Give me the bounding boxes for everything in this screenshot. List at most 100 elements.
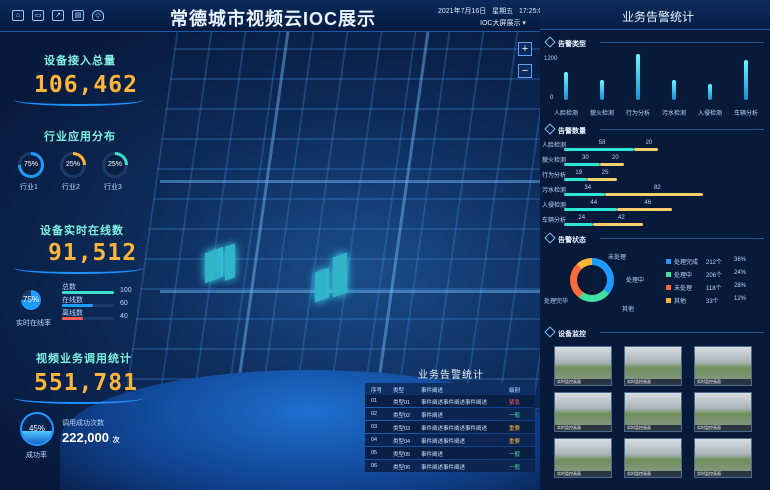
zoom-in-button[interactable]: + [518,42,532,56]
legend-percent: 24% [734,270,747,276]
table-header-row: 序号 类型 事件阐述 级别 [365,383,535,395]
online-row-bar [62,304,94,307]
donut-label: 其他 [622,307,635,313]
home-icon[interactable]: ⌂ [12,10,24,21]
highlighted-building[interactable] [225,243,235,281]
table-cell: 事件阐述事件阐述 [421,439,466,445]
table-cell: 一般 [509,413,521,419]
table-title: 业务告警统计 [418,370,484,381]
legend-count: 33个 [706,299,719,305]
camera-feed-tile[interactable]: 实时监控画面 [624,346,682,386]
type-category-label: 入侵检测 [698,111,723,117]
camera-caption: 实时监控画面 [695,379,751,385]
legend-count: 206个 [706,273,723,279]
camera-feed-tile[interactable]: 实时监控画面 [694,392,752,432]
count-row-label: 入侵检测 [542,203,567,209]
table-cell: 类型06 [393,465,411,471]
layers-icon[interactable]: ▤ [72,10,84,21]
table-row[interactable]: 04 类型04 事件阐述事件阐述 重要 [365,434,535,446]
divider-glow [14,398,144,404]
count-value-a: 19 [575,170,583,176]
table-header: 级别 [509,388,521,394]
count-bar-b [604,193,704,196]
weekday-text: 星期五 [492,8,514,15]
camera-caption: 实时监控画面 [695,425,751,431]
donut-label: 处理完毕 [544,299,569,305]
camera-feed-tile[interactable]: 实时监控画面 [694,438,752,478]
map-street-grid [123,30,597,410]
success-count-value: 222,000 次 [62,430,120,445]
online-row-bar [62,317,83,320]
count-bar-b [616,208,672,211]
divider-glow [14,268,144,274]
device-access-value: 106,462 [34,72,138,98]
device-monitor-title: 设备监控 [546,328,586,339]
alarm-status-donut [570,258,614,302]
datetime: 2021年7月16日 星期五 17:25:00 [438,6,546,16]
section-divider [600,238,764,239]
online-row-value: 100 [120,287,132,294]
table-cell: 事件阐述事件阐述事件阐述 [421,426,488,432]
online-value: 91,512 [48,240,138,266]
zoom-out-button[interactable]: − [518,64,532,78]
monitor-icon[interactable]: ▭ [32,10,44,21]
camera-feed-tile[interactable]: 实时监控画面 [694,346,752,386]
legend-count: 118个 [706,286,722,292]
camera-caption: 实时监控画面 [625,471,681,477]
count-value-b: 20 [612,155,619,161]
industry-ring: 75% [18,152,44,178]
type-category-label: 人脸检测 [554,111,579,117]
export-icon[interactable]: ↗ [52,10,64,21]
shield-icon[interactable]: ◇ [92,10,104,21]
donut-label: 处理中 [626,278,645,284]
count-bar-b [586,178,617,181]
industry-ring-value: 75% [21,155,41,175]
count-row-label: 污水检测 [542,188,567,194]
table-header: 序号 [371,388,383,394]
online-title: 设备实时在线数 [40,225,124,237]
table-cell: 05 [371,450,378,456]
camera-feed-tile[interactable]: 实时监控画面 [554,392,612,432]
screen-selector[interactable]: IOC大屏展示 ▾ [480,18,526,28]
industry-ring-value: 25% [63,155,83,175]
industry-label: 行业3 [104,184,122,191]
table-row[interactable]: 06 类型06 事件阐述事件阐述 一般 [365,460,535,472]
count-bar-a [564,208,617,211]
online-row-value: 40 [120,313,128,320]
highlighted-building[interactable] [333,252,347,298]
table-cell: 一般 [509,452,521,458]
table-cell: 04 [371,437,378,443]
table-row[interactable]: 03 类型03 事件阐述事件阐述事件阐述 重要 [365,421,535,433]
map-road [160,180,560,183]
industry-label: 行业2 [62,184,80,191]
camera-caption: 实时监控画面 [625,379,681,385]
right-panel-header: 业务告警统计 [540,0,770,30]
type-bar [744,60,748,100]
table-row[interactable]: 01 类型01 事件阐述事件阐述事件阐述 紧急 [365,395,535,407]
camera-feed-tile[interactable]: 实时监控画面 [554,346,612,386]
industry-ring-value: 25% [105,155,125,175]
table-cell: 紧急 [509,400,521,406]
count-value-b: 46 [644,200,652,206]
toolbar-icons: ⌂ ▭ ↗ ▤ ◇ [12,10,104,21]
highlighted-building[interactable] [315,267,329,303]
camera-feed-tile[interactable]: 实时监控画面 [554,438,612,478]
table-header: 类型 [393,388,405,394]
page-title: 常德城市视频云IOC展示 [170,9,377,29]
count-bar-a [564,178,587,181]
count-value-a: 58 [598,140,606,146]
industry-ring: 25% [102,152,128,178]
camera-feed-tile[interactable]: 实时监控画面 [624,392,682,432]
table-row[interactable]: 05 类型05 事件阐述 一般 [365,447,535,459]
industry-title: 行业应用分布 [44,131,116,143]
donut-hole [577,265,607,295]
count-bar-b [633,148,658,151]
table-cell: 01 [371,398,378,404]
count-value-a: 44 [590,200,598,206]
success-rate-text: 45% [28,424,45,433]
camera-feed-tile[interactable]: 实时监控画面 [624,438,682,478]
calls-title: 视频业务调用统计 [36,353,132,365]
camera-caption: 实时监控画面 [555,471,611,477]
device-access-title: 设备接入总量 [44,55,116,67]
table-row[interactable]: 02 类型02 事件阐述 一般 [365,408,535,420]
